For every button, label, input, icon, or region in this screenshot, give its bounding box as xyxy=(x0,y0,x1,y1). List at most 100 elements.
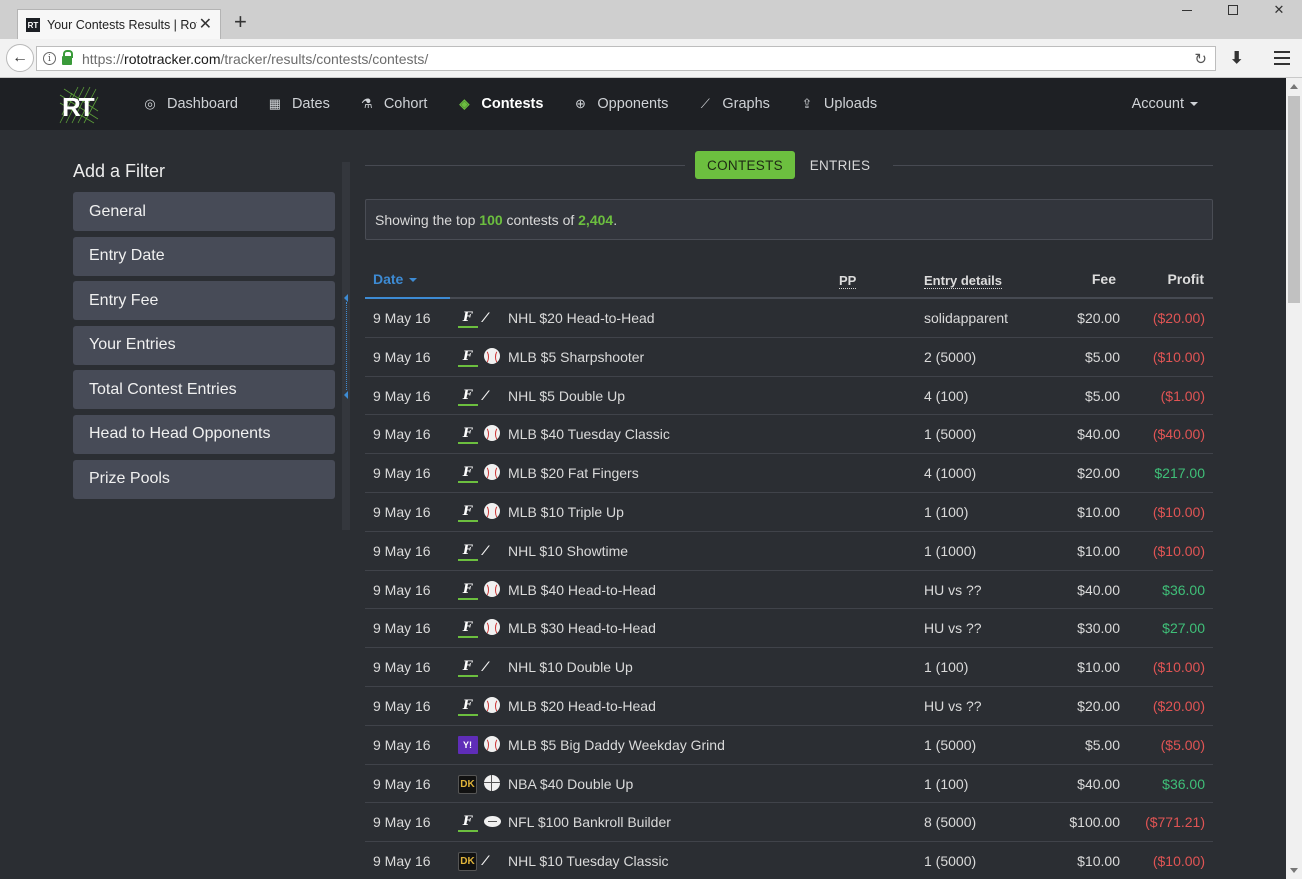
nav-item-dates[interactable]: ▦ Dates xyxy=(267,96,330,112)
table-header: Date PP Entry details Fee Profit xyxy=(365,260,1213,299)
table-row[interactable]: 9 May 16 DK NBA $40 Double Up 1 (100) $40.00… xyxy=(365,765,1213,804)
table-row[interactable]: 9 May 16 F MLB $40 Head-to-Head HU vs ?? $40… xyxy=(365,571,1213,610)
row-date: 9 May 16 xyxy=(373,503,431,520)
favicon-icon: RT xyxy=(26,18,40,32)
minimize-icon xyxy=(1182,9,1192,11)
table-row[interactable]: 9 May 16 F MLB $30 Head-to-Head HU vs ?? $30… xyxy=(365,609,1213,649)
contest-name[interactable]: NHL $20 Head-to-Head xyxy=(508,310,655,326)
maximize-button[interactable] xyxy=(1210,0,1256,20)
entry-details: 1 (100) xyxy=(924,503,969,520)
download-icon[interactable]: ⬇ xyxy=(1230,48,1243,68)
filter-your-entries-button[interactable]: Your Entries xyxy=(73,325,335,365)
table-row[interactable]: 9 May 16 F ⁄ NHL $5 Double Up 4 (100) $5.00 ($… xyxy=(365,377,1213,416)
contest-name[interactable]: NBA $40 Double Up xyxy=(508,776,633,792)
nav-item-cohort[interactable]: ⚗ Cohort xyxy=(359,96,427,112)
scroll-down-icon[interactable] xyxy=(1290,868,1298,873)
contest-name[interactable]: MLB $5 Big Daddy Weekday Grind xyxy=(508,737,725,753)
row-date: 9 May 16 xyxy=(373,387,431,404)
new-tab-button[interactable]: + xyxy=(234,11,247,33)
entry-fee: $5.00 xyxy=(1084,348,1120,365)
fanduel-icon: F xyxy=(457,309,478,328)
table-row[interactable]: 9 May 16 F ⁄ NHL $20 Head-to-Head solidappar… xyxy=(365,299,1213,338)
column-fee-header[interactable]: Fee xyxy=(1092,271,1116,287)
collapse-arrow-icon[interactable] xyxy=(344,391,348,399)
table-row[interactable]: 9 May 16 F ⁄ NHL $10 Double Up 1 (100) $10.00… xyxy=(365,648,1213,687)
filter-total-contest-entries-button[interactable]: Total Contest Entries xyxy=(73,370,335,410)
column-pp-header[interactable]: PP xyxy=(839,273,857,289)
nav-item-label: Graphs xyxy=(722,96,770,112)
contest-name[interactable]: MLB $20 Head-to-Head xyxy=(508,698,656,714)
table-row[interactable]: 9 May 16 DK ⁄ NHL $10 Tuesday Classic 1 (500… xyxy=(365,842,1213,879)
contest-name[interactable]: MLB $30 Head-to-Head xyxy=(508,620,656,636)
lock-icon[interactable] xyxy=(62,50,73,65)
scroll-up-icon[interactable] xyxy=(1290,84,1298,89)
url-scheme: https:// xyxy=(82,50,125,67)
scrollbar-thumb[interactable] xyxy=(1288,96,1300,303)
entry-fee: $10.00 xyxy=(1077,503,1120,520)
filter-prize-pools-button[interactable]: Prize Pools xyxy=(73,459,335,499)
tab-contests[interactable]: CONTESTS xyxy=(695,151,795,179)
fanduel-icon: F xyxy=(457,697,478,716)
window-controls: ✕ xyxy=(1164,0,1302,20)
contest-name[interactable]: MLB $40 Head-to-Head xyxy=(508,582,656,598)
baseball-icon xyxy=(484,347,500,364)
summary-top-count: 100 xyxy=(479,211,503,228)
filter-general-button[interactable]: General xyxy=(73,192,335,231)
nav-item-contests[interactable]: ◈ Contests xyxy=(456,96,543,112)
contest-name[interactable]: NHL $10 Showtime xyxy=(508,543,628,559)
close-window-button[interactable]: ✕ xyxy=(1256,0,1302,20)
hockey-stick-icon: ⁄ xyxy=(484,852,487,869)
column-entry-details-header[interactable]: Entry details xyxy=(924,273,1003,289)
contest-name[interactable]: MLB $5 Sharpshooter xyxy=(508,349,644,365)
collapse-arrow-icon[interactable] xyxy=(344,294,348,302)
table-row[interactable]: 9 May 16 F ⁄ NHL $10 Showtime 1 (1000) $10.00… xyxy=(365,532,1213,571)
column-profit-header[interactable]: Profit xyxy=(1167,271,1204,287)
contest-name[interactable]: NHL $10 Double Up xyxy=(508,659,633,675)
table-row[interactable]: 9 May 16 F MLB $20 Head-to-Head HU vs ?? $20… xyxy=(365,687,1213,726)
filter-entry-fee-button[interactable]: Entry Fee xyxy=(73,281,335,321)
contest-name[interactable]: MLB $20 Fat Fingers xyxy=(508,465,639,481)
nav-item-opponents[interactable]: ⊕ Opponents xyxy=(572,96,668,112)
site-logo-cell: F xyxy=(457,463,478,484)
sport-cell xyxy=(484,735,502,754)
info-icon[interactable]: i xyxy=(43,52,56,65)
filter-head-to-head-opponents-button[interactable]: Head to Head Opponents xyxy=(73,414,335,454)
browser-tab[interactable]: RT Your Contests Results | RotoTracker ✕ xyxy=(17,9,221,40)
table-row[interactable]: 9 May 16 F MLB $20 Fat Fingers 4 (1000) $20.… xyxy=(365,454,1213,493)
table-row[interactable]: 9 May 16 F MLB $10 Triple Up 1 (100) $10.00 (… xyxy=(365,493,1213,532)
contest-name[interactable]: NHL $5 Double Up xyxy=(508,388,625,404)
table-row[interactable]: 9 May 16 F NFL $100 Bankroll Builder 8 (500… xyxy=(365,803,1213,843)
minimize-button[interactable] xyxy=(1164,0,1210,20)
table-row[interactable]: 9 May 16 F MLB $40 Tuesday Classic 1 (5000)… xyxy=(365,415,1213,455)
table-row[interactable]: 9 May 16 F MLB $5 Sharpshooter 2 (5000) $5.0… xyxy=(365,338,1213,377)
fanduel-icon: F xyxy=(457,658,478,678)
football-icon xyxy=(484,816,501,828)
rototracker-logo[interactable]: RT xyxy=(58,85,100,125)
site-logo-cell: F xyxy=(457,502,478,523)
close-tab-icon[interactable]: ✕ xyxy=(199,17,212,33)
summary-prefix: Showing the top xyxy=(375,211,476,228)
address-bar[interactable]: i https://rototracker.com/tracker/result… xyxy=(36,46,1216,71)
page-scrollbar[interactable] xyxy=(1286,78,1302,879)
contest-name[interactable]: MLB $10 Triple Up xyxy=(508,504,624,520)
nav-item-uploads[interactable]: ⇪ Uploads xyxy=(799,96,877,112)
row-date: 9 May 16 xyxy=(373,348,431,365)
fanduel-icon: F xyxy=(457,464,478,484)
profit-value: $217.00 xyxy=(1154,465,1205,482)
filter-entry-date-button[interactable]: Entry Date xyxy=(73,236,335,276)
nav-item-dashboard[interactable]: ◎ Dashboard xyxy=(142,96,238,112)
back-button[interactable]: ← xyxy=(6,44,34,72)
tab-title: Your Contests Results | RotoTracker xyxy=(47,18,197,32)
contest-name[interactable]: NHL $10 Tuesday Classic xyxy=(508,853,669,869)
account-menu[interactable]: Account xyxy=(1132,96,1198,112)
hamburger-menu-icon[interactable] xyxy=(1274,51,1290,65)
reload-icon[interactable]: ↻ xyxy=(1194,50,1207,68)
tab-entries[interactable]: ENTRIES xyxy=(802,151,878,179)
contest-name[interactable]: NFL $100 Bankroll Builder xyxy=(508,814,671,830)
table-row[interactable]: 9 May 16 Y! MLB $5 Big Daddy Weekday Grind… xyxy=(365,726,1213,765)
nav-item-graphs[interactable]: ⟋ Graphs xyxy=(697,96,770,112)
column-date-header[interactable]: Date xyxy=(373,271,418,287)
contest-name[interactable]: MLB $40 Tuesday Classic xyxy=(508,426,670,442)
site-logo-cell: F xyxy=(457,580,478,601)
entry-fee: $10.00 xyxy=(1077,542,1120,559)
